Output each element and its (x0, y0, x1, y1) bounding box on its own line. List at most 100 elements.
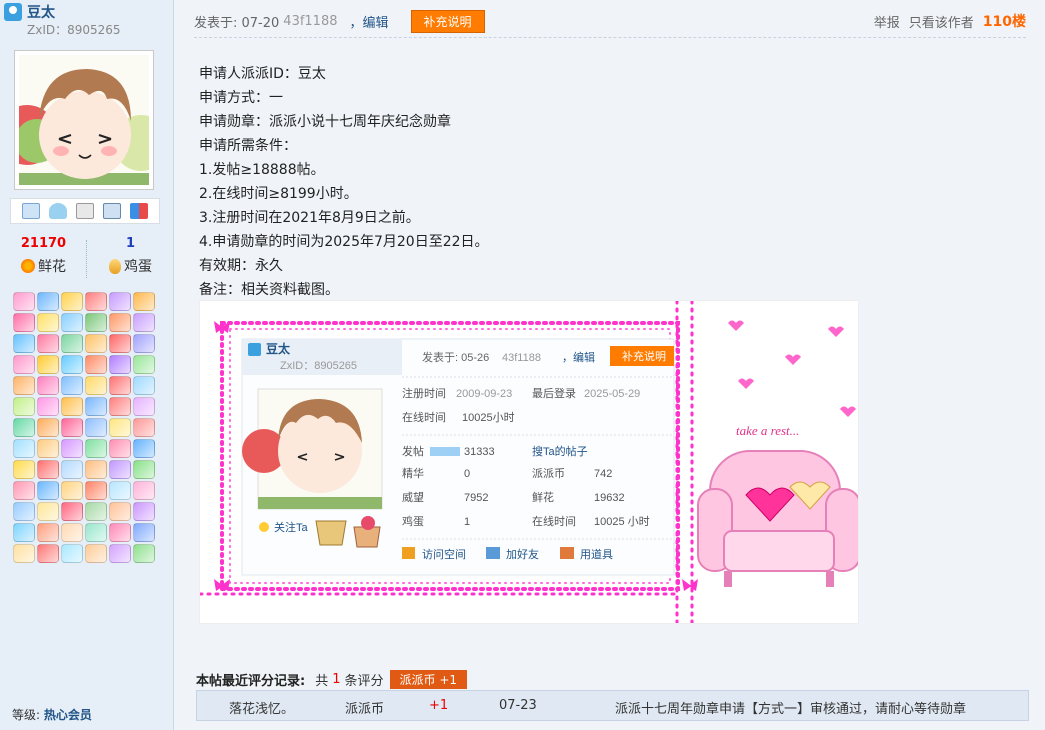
medal-icon[interactable] (109, 292, 131, 311)
medal-icon[interactable] (13, 544, 35, 563)
message-icon[interactable] (21, 203, 40, 219)
medal-icon[interactable] (37, 460, 59, 479)
medal-icon[interactable] (61, 397, 83, 416)
medal-icon[interactable] (109, 502, 131, 521)
medal-icon[interactable] (61, 355, 83, 374)
rating-badge[interactable]: 派派币 +1 (389, 670, 468, 689)
medal-icon[interactable] (85, 481, 107, 500)
medal-icon[interactable] (109, 523, 131, 542)
blocks-icon[interactable] (130, 203, 149, 219)
medal-icon[interactable] (13, 502, 35, 521)
medal-icon[interactable] (13, 418, 35, 437)
medal-icon[interactable] (13, 397, 35, 416)
ss-online-label: 在线时间 (402, 410, 446, 424)
medal-icon[interactable] (13, 523, 35, 542)
medal-icon[interactable] (61, 334, 83, 353)
medal-icon[interactable] (13, 292, 35, 311)
medal-icon[interactable] (133, 376, 155, 395)
user-icon (4, 3, 22, 21)
medal-icon[interactable] (37, 334, 59, 353)
ss-posts-label: 发帖 (402, 444, 424, 458)
post-time: 发表于: 07-20 (194, 15, 280, 31)
view-profile-icon[interactable] (75, 203, 94, 219)
medal-icon[interactable] (85, 313, 107, 332)
medal-icon[interactable] (109, 460, 131, 479)
add-friend-icon[interactable] (48, 203, 67, 219)
medal-icon[interactable] (61, 439, 83, 458)
medal-icon[interactable] (85, 523, 107, 542)
medal-icon[interactable] (133, 481, 155, 500)
medal-icon[interactable] (109, 355, 131, 374)
medal-icon[interactable] (61, 544, 83, 563)
medal-icon[interactable] (133, 502, 155, 521)
medal-icon[interactable] (37, 481, 59, 500)
medal-icon[interactable] (85, 397, 107, 416)
medal-icon[interactable] (13, 355, 35, 374)
medal-icon[interactable] (85, 502, 107, 521)
edit-link[interactable]: ，编辑 (350, 12, 389, 31)
medal-icon[interactable] (133, 355, 155, 374)
medal-icon[interactable] (85, 376, 107, 395)
medal-icon[interactable] (109, 334, 131, 353)
medal-icon[interactable] (109, 397, 131, 416)
medal-icon[interactable] (37, 376, 59, 395)
medal-icon[interactable] (109, 418, 131, 437)
egg-icon (109, 258, 121, 274)
medal-icon[interactable] (13, 481, 35, 500)
medal-icon[interactable] (133, 334, 155, 353)
attached-screenshot[interactable]: 豆太 ZxID：8905265 发表于: 05-26 43f1188 ，编辑 补… (199, 300, 859, 624)
medal-icon[interactable] (85, 292, 107, 311)
medal-icon[interactable] (37, 439, 59, 458)
medal-icon[interactable] (13, 334, 35, 353)
medal-icon[interactable] (37, 418, 59, 437)
medal-icon[interactable] (109, 439, 131, 458)
medal-icon[interactable] (37, 523, 59, 542)
supplement-button[interactable]: 补充说明 (410, 9, 485, 33)
medal-icon[interactable] (37, 355, 59, 374)
medal-icon[interactable] (61, 502, 83, 521)
medal-icon[interactable] (109, 481, 131, 500)
medal-icon[interactable] (13, 439, 35, 458)
medal-icon[interactable] (85, 460, 107, 479)
medal-icon[interactable] (133, 292, 155, 311)
user-stats: 21170 鲜花 1 鸡蛋 (0, 236, 174, 278)
report-link[interactable]: 举报 (874, 12, 900, 31)
medal-icon[interactable] (61, 523, 83, 542)
medal-icon[interactable] (61, 376, 83, 395)
medal-icon[interactable] (85, 544, 107, 563)
medal-icon[interactable] (61, 418, 83, 437)
medal-icon[interactable] (133, 439, 155, 458)
medal-icon[interactable] (13, 376, 35, 395)
medal-icon[interactable] (85, 418, 107, 437)
medal-icon[interactable] (61, 313, 83, 332)
medal-icon[interactable] (13, 460, 35, 479)
medal-icon[interactable] (61, 292, 83, 311)
medal-icon[interactable] (37, 502, 59, 521)
medal-icon[interactable] (37, 544, 59, 563)
rating-user[interactable]: 落花浅忆。 (229, 698, 294, 717)
rating-reason: 派派十七周年勋章申请【方式一】审核通过，请耐心等待勋章 (615, 702, 967, 717)
user-card-icon[interactable] (103, 203, 122, 219)
medal-icon[interactable] (37, 313, 59, 332)
medal-icon[interactable] (109, 313, 131, 332)
avatar[interactable] (14, 50, 154, 190)
medal-icon[interactable] (37, 292, 59, 311)
username-link[interactable]: 豆太 (27, 2, 55, 22)
post-hash: 43f1188 (283, 13, 338, 29)
medal-icon[interactable] (133, 544, 155, 563)
medal-icon[interactable] (133, 460, 155, 479)
medal-icon[interactable] (85, 355, 107, 374)
medal-icon[interactable] (109, 544, 131, 563)
medal-icon[interactable] (133, 418, 155, 437)
medal-icon[interactable] (133, 523, 155, 542)
medal-icon[interactable] (133, 313, 155, 332)
medal-icon[interactable] (109, 376, 131, 395)
medal-icon[interactable] (37, 397, 59, 416)
author-only-link[interactable]: 只看该作者 (909, 12, 974, 31)
medal-icon[interactable] (85, 334, 107, 353)
medal-icon[interactable] (61, 460, 83, 479)
medal-icon[interactable] (85, 439, 107, 458)
medal-icon[interactable] (61, 481, 83, 500)
medal-icon[interactable] (13, 313, 35, 332)
medal-icon[interactable] (133, 397, 155, 416)
